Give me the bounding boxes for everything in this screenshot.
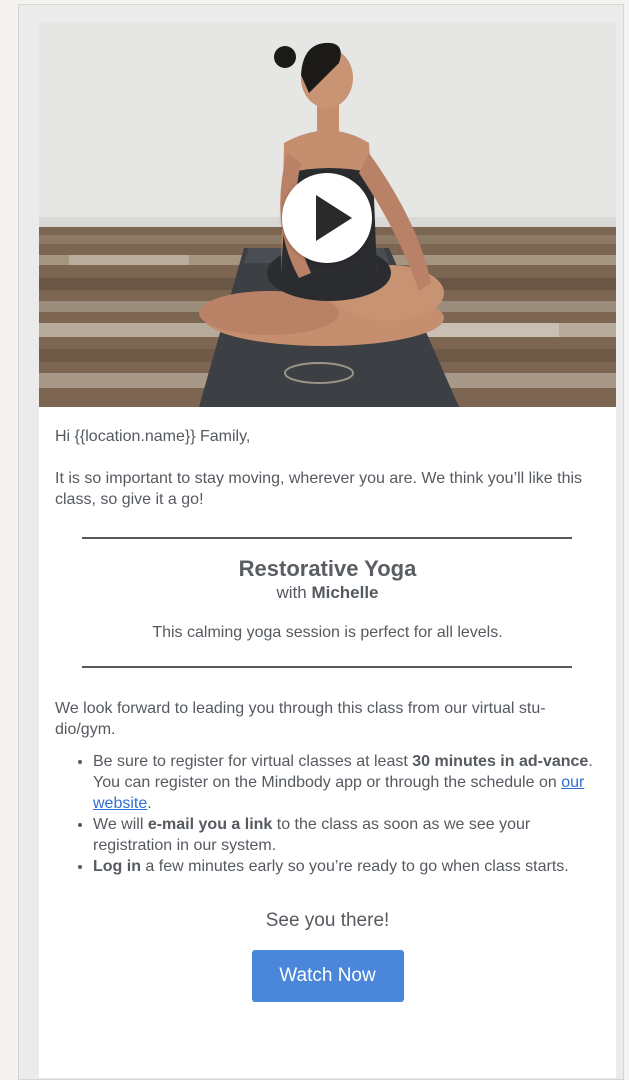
play-icon (316, 195, 352, 241)
tip-log-in: Log in a few minutes early so you’re rea… (93, 856, 596, 877)
play-button[interactable] (282, 173, 372, 263)
forward-text: We look forward to leading you through t… (55, 700, 546, 738)
intro-text: It is so important to stay moving, where… (55, 470, 583, 508)
instructor-name: Michelle (311, 583, 379, 602)
divider-bottom (82, 666, 572, 668)
tip-register: Be sure to register for virtual classes … (93, 751, 596, 814)
email-frame: Hi {{location.name}} Family, It is so im… (18, 4, 624, 1080)
watch-now-button[interactable]: Watch Now (251, 950, 404, 1002)
closing-text: See you there! (265, 910, 390, 931)
tips-list: Be sure to register for virtual classes … (39, 751, 616, 877)
class-title: Restorative Yoga (238, 556, 417, 581)
tip-email-link: We will e-mail you a link to the class a… (93, 814, 596, 856)
with-prefix: with (276, 583, 307, 602)
class-description: This calming yoga session is perfect for… (152, 624, 503, 641)
class-instructor-line: with Michelle (39, 582, 616, 604)
divider-top (82, 537, 572, 539)
greeting-text: Hi {{location.name}} Family, (55, 428, 251, 445)
email-card: Hi {{location.name}} Family, It is so im… (39, 23, 616, 1078)
video-thumbnail[interactable] (39, 23, 616, 407)
